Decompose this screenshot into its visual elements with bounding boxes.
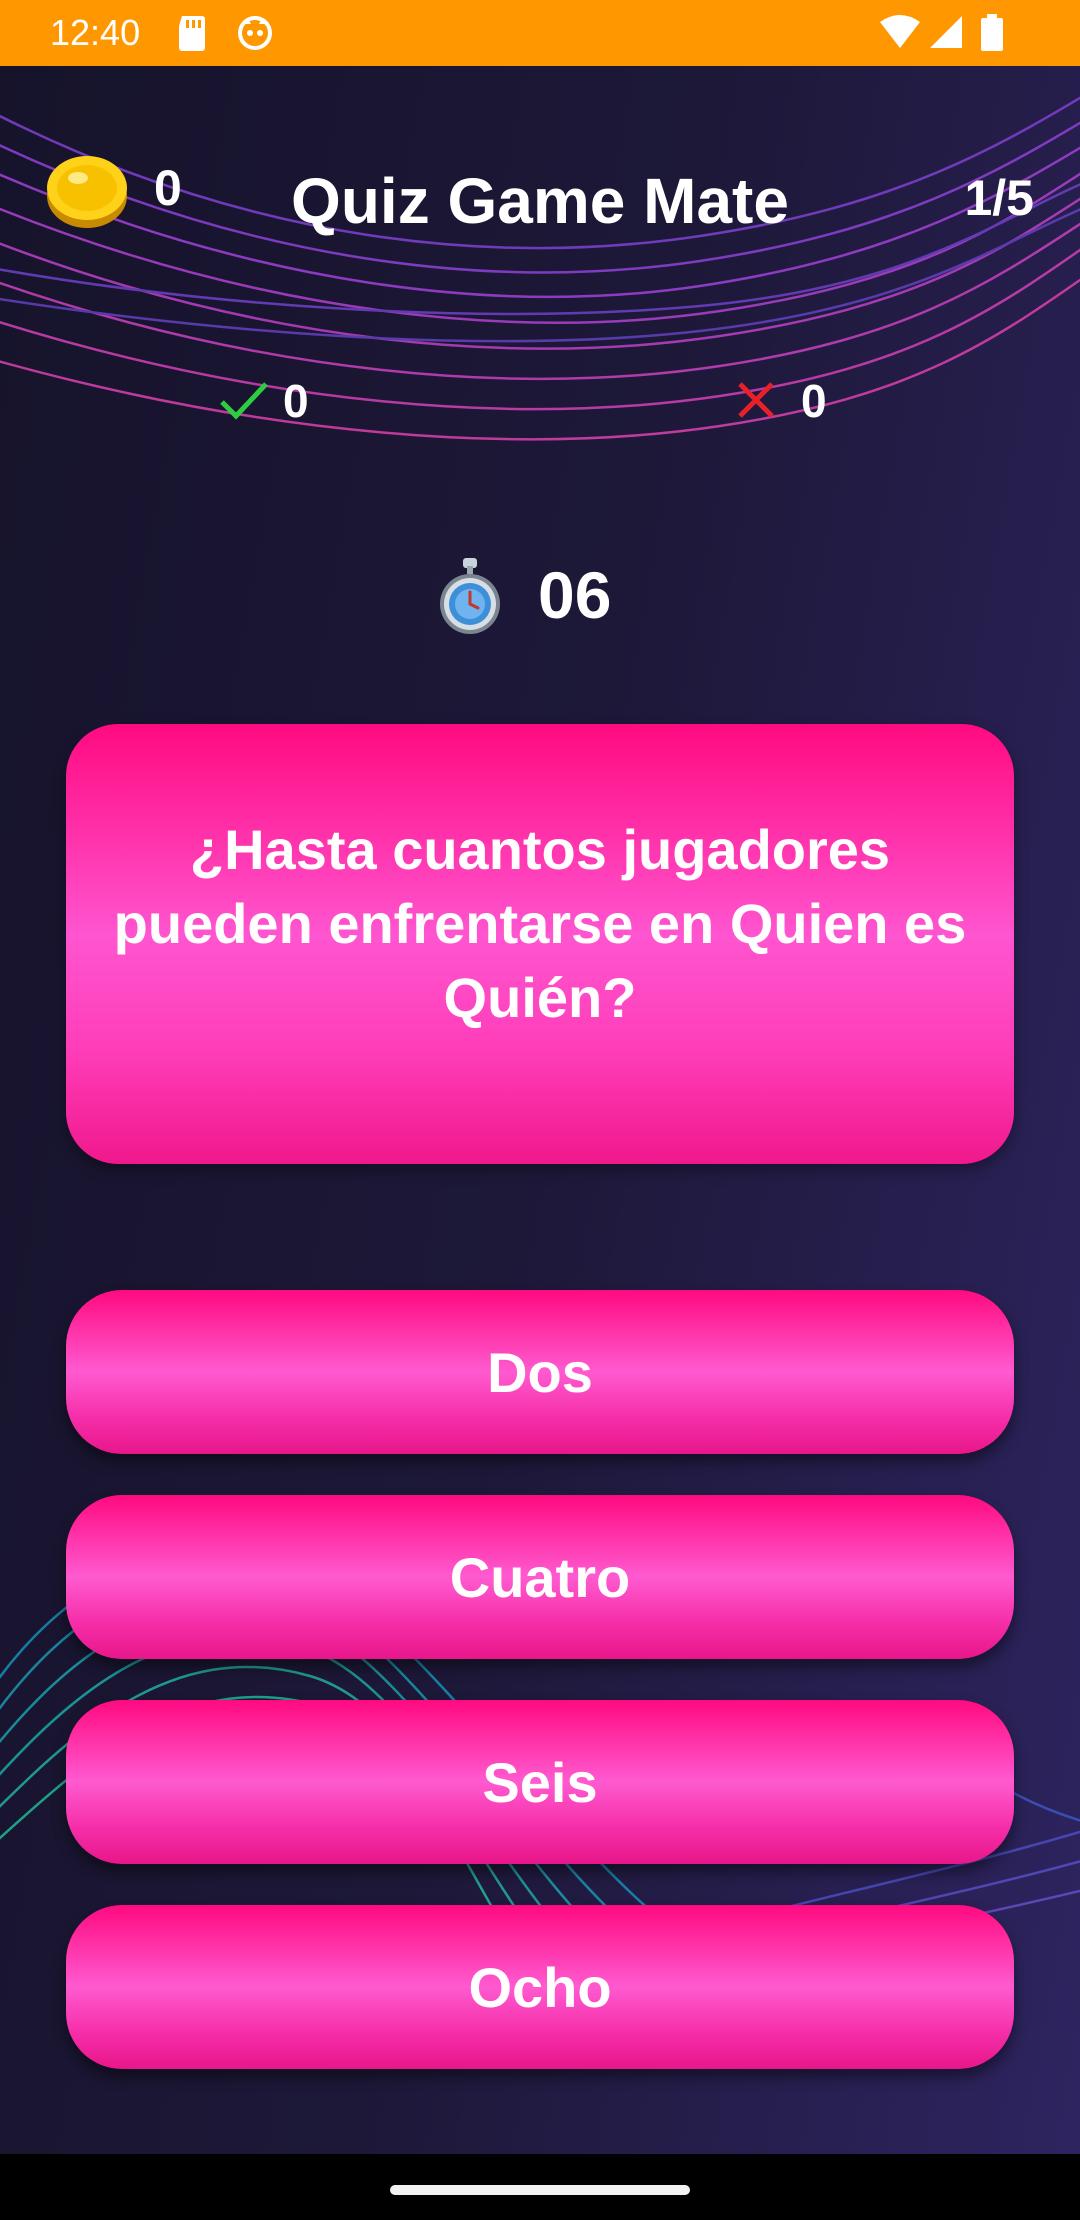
app-title: Quiz Game Mate	[291, 165, 789, 237]
stopwatch-icon	[438, 558, 502, 643]
check-icon	[218, 378, 270, 427]
answer-button-4[interactable]: Ocho	[66, 1905, 1014, 2069]
coin-icon	[44, 146, 130, 237]
status-time: 12:40	[50, 12, 141, 53]
wrong-count: 0	[801, 375, 827, 427]
status-bar: 12:40	[0, 0, 1080, 66]
question-progress: 1/5	[964, 170, 1034, 226]
home-gesture-handle[interactable]	[390, 2185, 690, 2195]
question-text: ¿Hasta cuantos jugadores pueden enfrenta…	[113, 818, 967, 1029]
cell-signal-icon	[928, 14, 964, 55]
battery-icon	[980, 14, 1004, 57]
sd-card-icon	[176, 14, 208, 57]
question-card: ¿Hasta cuantos jugadores pueden enfrenta…	[66, 724, 1014, 1164]
answer-button-3[interactable]: Seis	[66, 1700, 1014, 1864]
coin-count: 0	[154, 160, 182, 216]
wifi-icon	[878, 14, 922, 55]
answer-button-1[interactable]: Dos	[66, 1290, 1014, 1454]
timer-countdown: 06	[538, 558, 612, 632]
notification-app-icon	[236, 14, 274, 57]
answer-button-2[interactable]: Cuatro	[66, 1495, 1014, 1659]
cross-icon	[734, 378, 778, 427]
correct-count: 0	[283, 375, 309, 427]
